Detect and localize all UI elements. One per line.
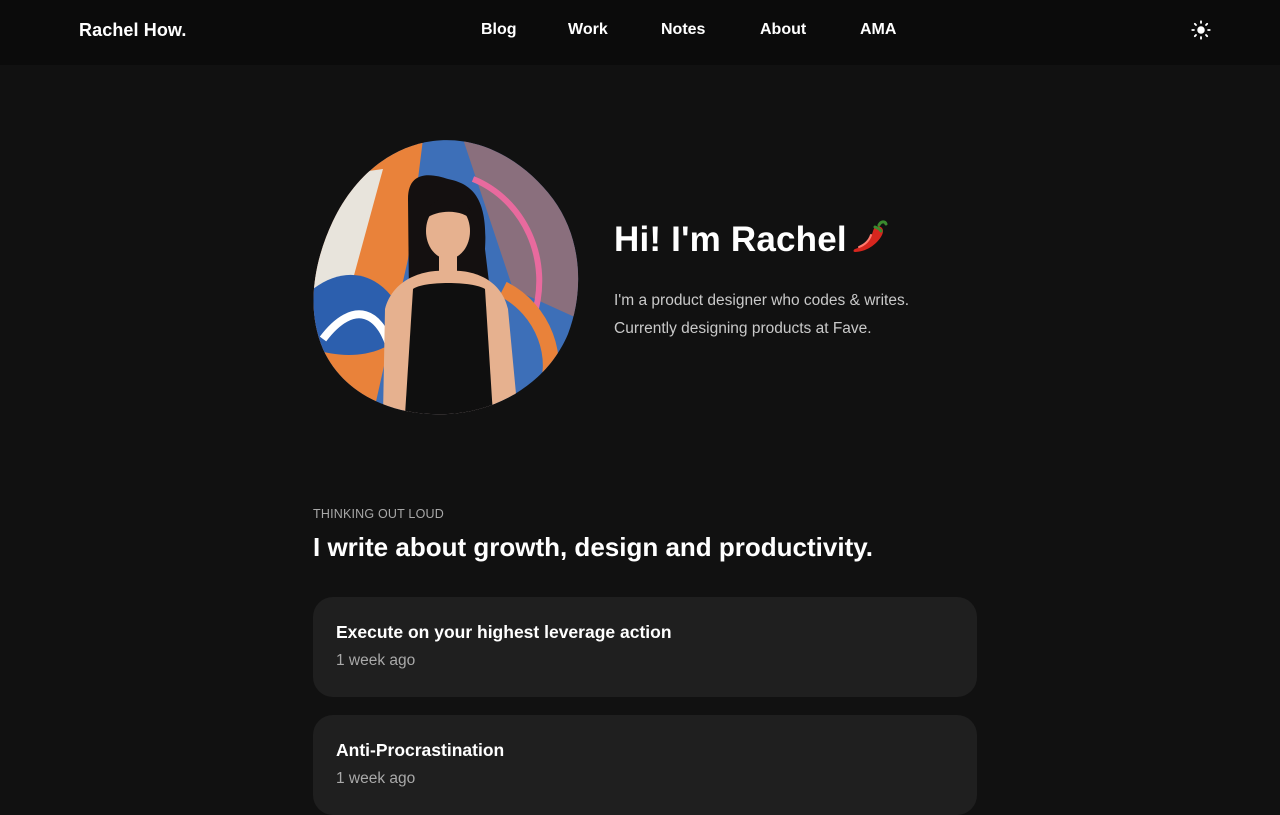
hero-subtitle-line: Currently designing products at Fave. [614,320,872,337]
post-card[interactable]: Execute on your highest leverage action … [313,597,977,697]
hero-title: Hi! I'm Rachel [614,219,889,260]
post-time: 1 week ago [336,770,416,787]
hero-subtitle-line: I'm a product designer who codes & write… [614,292,910,309]
nav-link-notes[interactable]: Notes [661,21,705,39]
section-heading: I write about growth, design and product… [313,532,873,562]
nav-link-ama[interactable]: AMA [860,21,896,39]
sun-icon [1191,20,1211,40]
top-nav: Rachel How. Blog Work Notes About AMA [0,0,1280,65]
portrait-photo [313,140,579,415]
hero-title-text: Hi! I'm Rachel [614,220,847,259]
nav-link-blog[interactable]: Blog [481,21,517,39]
nav-link-about[interactable]: About [760,21,806,39]
post-time: 1 week ago [336,652,416,669]
main-nav: Blog Work Notes About AMA [0,21,1280,43]
post-title: Anti-Procrastination [336,740,505,760]
chili-pepper-icon [853,220,888,252]
nav-link-work[interactable]: Work [568,21,608,39]
hero-subtitle: I'm a product designer who codes & write… [614,287,994,343]
section-eyebrow: THINKING OUT LOUD [313,507,444,521]
theme-toggle-button[interactable] [1189,18,1213,42]
post-card[interactable]: Anti-Procrastination 1 week ago [313,715,977,815]
post-title: Execute on your highest leverage action [336,622,672,642]
